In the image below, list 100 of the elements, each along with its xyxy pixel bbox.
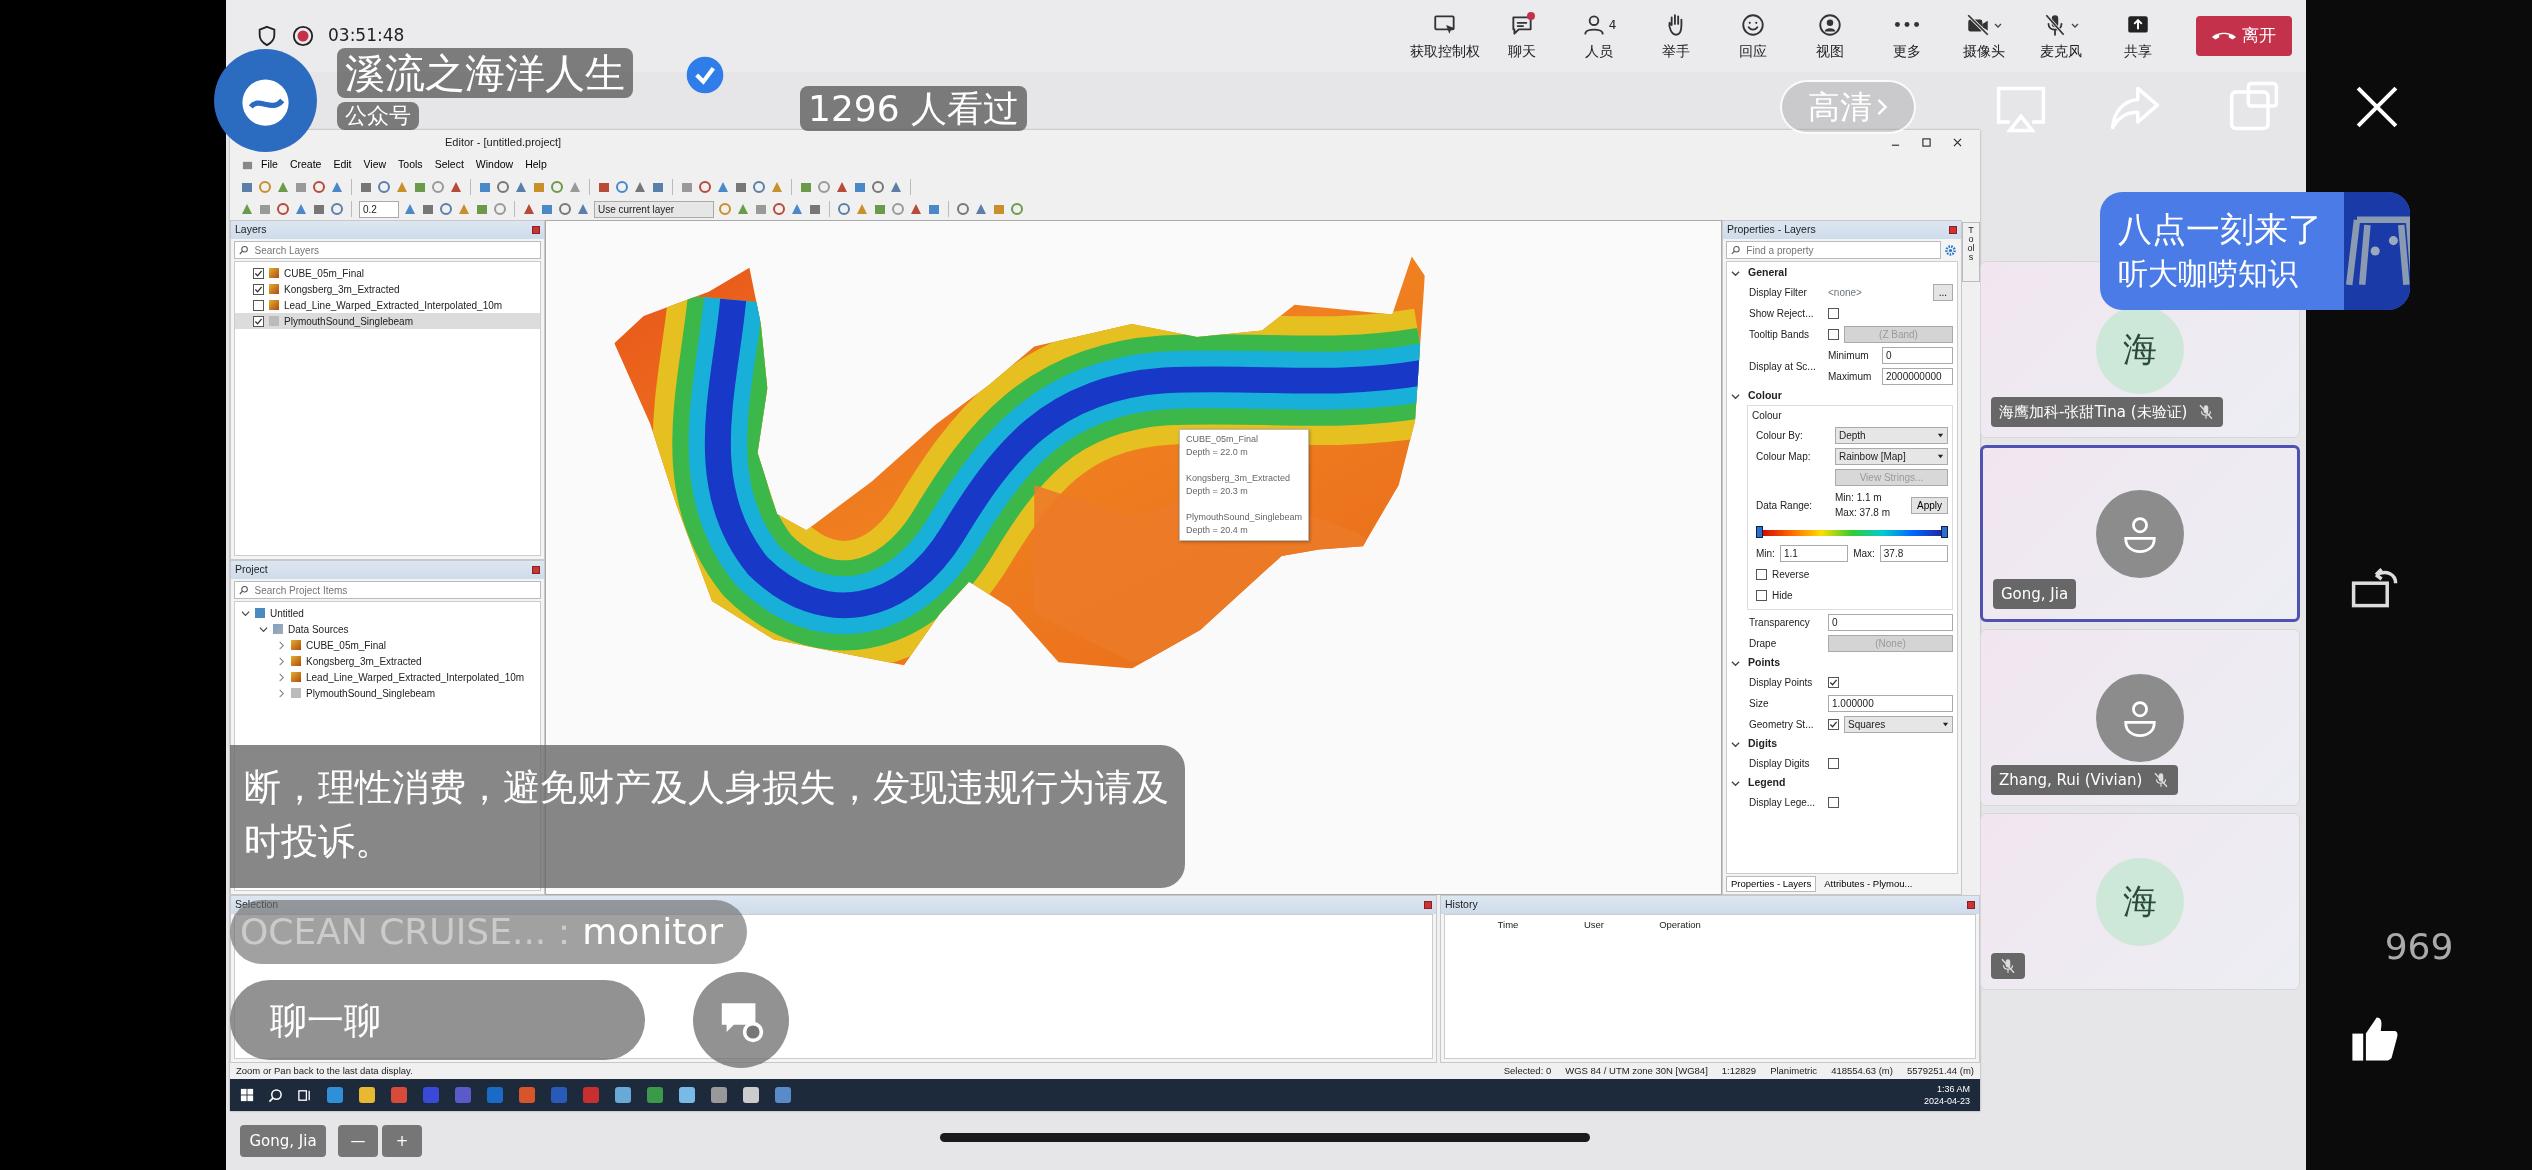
tool-icon[interactable] <box>754 202 768 216</box>
tool-icon[interactable] <box>532 180 546 194</box>
chevron-right-icon[interactable] <box>277 656 286 666</box>
checkbox[interactable] <box>253 267 264 279</box>
input-field[interactable]: 1.1 <box>1779 545 1849 562</box>
close-icon[interactable] <box>1953 137 1962 147</box>
tool-icon[interactable] <box>457 202 471 216</box>
tool-icon[interactable] <box>651 180 665 194</box>
checkbox[interactable] <box>1828 719 1839 730</box>
tool-icon[interactable] <box>449 180 463 194</box>
tool-icon[interactable] <box>294 180 308 194</box>
checkbox[interactable] <box>1828 797 1839 808</box>
tool-icon[interactable] <box>770 180 784 194</box>
tool-icon[interactable] <box>855 202 869 216</box>
chevron-down-icon[interactable] <box>1731 778 1740 788</box>
toolbar-button[interactable]: 4 人员 <box>1560 8 1637 64</box>
toolbar-button[interactable]: 共享 <box>2099 8 2176 64</box>
menu-item[interactable]: Select <box>430 157 468 173</box>
tool-icon[interactable] <box>853 180 867 194</box>
promo-banner[interactable]: 八点一刻来了 听大咖唠知识 <box>2100 192 2410 310</box>
toolbar-button[interactable]: 举手 <box>1637 8 1714 64</box>
tool-icon[interactable] <box>909 202 923 216</box>
tool-icon[interactable] <box>330 202 344 216</box>
toolbar-button[interactable]: 回应 <box>1714 8 1791 64</box>
tool-icon[interactable] <box>413 180 427 194</box>
app-icon[interactable] <box>678 1086 696 1104</box>
toolbar-button[interactable]: 摄像头 <box>1945 8 2022 64</box>
layer-item[interactable]: CUBE_05m_Final <box>235 265 540 281</box>
tool-icon[interactable] <box>615 180 629 194</box>
checkbox[interactable] <box>1828 308 1839 319</box>
chevron-right-icon[interactable] <box>277 672 286 682</box>
tool-icon[interactable] <box>927 202 941 216</box>
tool-icon[interactable] <box>568 180 582 194</box>
tool-icon[interactable] <box>889 180 903 194</box>
leave-button[interactable]: 离开 <box>2196 16 2292 56</box>
column-header[interactable]: Operation <box>1637 918 1723 933</box>
slider-handle[interactable] <box>1941 525 1948 538</box>
zoom-button[interactable]: + <box>382 1125 422 1157</box>
panel-tab[interactable]: Attributes - Plymou... <box>1820 876 1917 892</box>
channel-logo-icon[interactable] <box>213 48 318 153</box>
tool-icon[interactable] <box>475 202 489 216</box>
chevron-right-icon[interactable] <box>277 640 286 650</box>
tool-icon[interactable] <box>891 202 905 216</box>
input-field[interactable]: 37.8 <box>1879 545 1948 562</box>
input-field[interactable]: 2000000000 <box>1882 368 1953 385</box>
app-menu-icon[interactable] <box>242 159 253 171</box>
dropdown[interactable]: Squares <box>1844 716 1953 733</box>
tool-icon[interactable] <box>558 202 572 216</box>
checkbox[interactable] <box>1756 590 1767 601</box>
tool-icon[interactable] <box>835 180 849 194</box>
dropdown[interactable]: Rainbow [Map] <box>1835 448 1948 465</box>
toolbar-button[interactable]: 获取控制权 <box>1406 8 1483 64</box>
column-header[interactable]: User <box>1551 918 1637 933</box>
app-icon[interactable] <box>710 1086 728 1104</box>
checkbox[interactable] <box>1756 569 1767 580</box>
zoom-button[interactable]: — <box>338 1125 378 1157</box>
apply-button[interactable]: Apply <box>1911 496 1948 514</box>
tool-icon[interactable] <box>772 202 786 216</box>
tool-icon[interactable] <box>312 180 326 194</box>
tree-item[interactable]: Lead_Line_Warped_Extracted_Interpolated_10m <box>235 669 540 685</box>
chevron-down-icon[interactable] <box>1731 658 1740 668</box>
layer-dropdown[interactable]: Use current layer <box>594 200 714 218</box>
tool-icon[interactable] <box>403 202 417 216</box>
tool-icon[interactable] <box>312 202 326 216</box>
tool-icon[interactable] <box>258 202 272 216</box>
tool-icon[interactable] <box>276 202 290 216</box>
checkbox[interactable] <box>253 283 264 295</box>
tool-icon[interactable] <box>680 180 694 194</box>
layer-item[interactable]: Lead_Line_Warped_Extracted_Interpolated_10m <box>235 297 540 313</box>
toolbar-button[interactable]: 更多 <box>1868 8 1945 64</box>
input-field[interactable]: 1.000000 <box>1828 695 1953 712</box>
tool-icon[interactable] <box>873 202 887 216</box>
tool-icon[interactable] <box>377 180 391 194</box>
tool-icon[interactable] <box>956 202 970 216</box>
menu-item[interactable]: Create <box>285 157 326 173</box>
tools-tab[interactable]: Tools <box>1962 222 1980 282</box>
tool-icon[interactable] <box>496 180 510 194</box>
tool-icon[interactable] <box>597 180 611 194</box>
tool-icon[interactable] <box>421 202 435 216</box>
tree-item[interactable]: Data Sources <box>235 621 540 637</box>
input-field[interactable]: 0 <box>1828 614 1953 631</box>
channel-name[interactable]: 溪流之海洋人生 <box>337 48 633 98</box>
app-icon[interactable] <box>326 1086 344 1104</box>
tool-icon[interactable] <box>258 180 272 194</box>
task-view-icon[interactable] <box>297 1087 312 1103</box>
app-icon[interactable] <box>358 1086 376 1104</box>
tool-icon[interactable] <box>790 202 804 216</box>
toolbar-button[interactable]: 麦克风 <box>2022 8 2099 64</box>
panel-tab[interactable]: Properties - Layers <box>1726 876 1817 892</box>
checkbox[interactable] <box>253 315 264 327</box>
menu-item[interactable]: View <box>359 157 391 173</box>
tool-icon[interactable] <box>359 180 373 194</box>
app-icon[interactable] <box>646 1086 664 1104</box>
tree-item[interactable]: CUBE_05m_Final <box>235 637 540 653</box>
tree-item[interactable]: PlymouthSound_Singlebeam <box>235 685 540 701</box>
tool-icon[interactable] <box>734 180 748 194</box>
app-icon[interactable] <box>742 1086 760 1104</box>
search-icon[interactable] <box>268 1087 283 1103</box>
tool-icon[interactable] <box>752 180 766 194</box>
app-icon[interactable] <box>774 1086 792 1104</box>
